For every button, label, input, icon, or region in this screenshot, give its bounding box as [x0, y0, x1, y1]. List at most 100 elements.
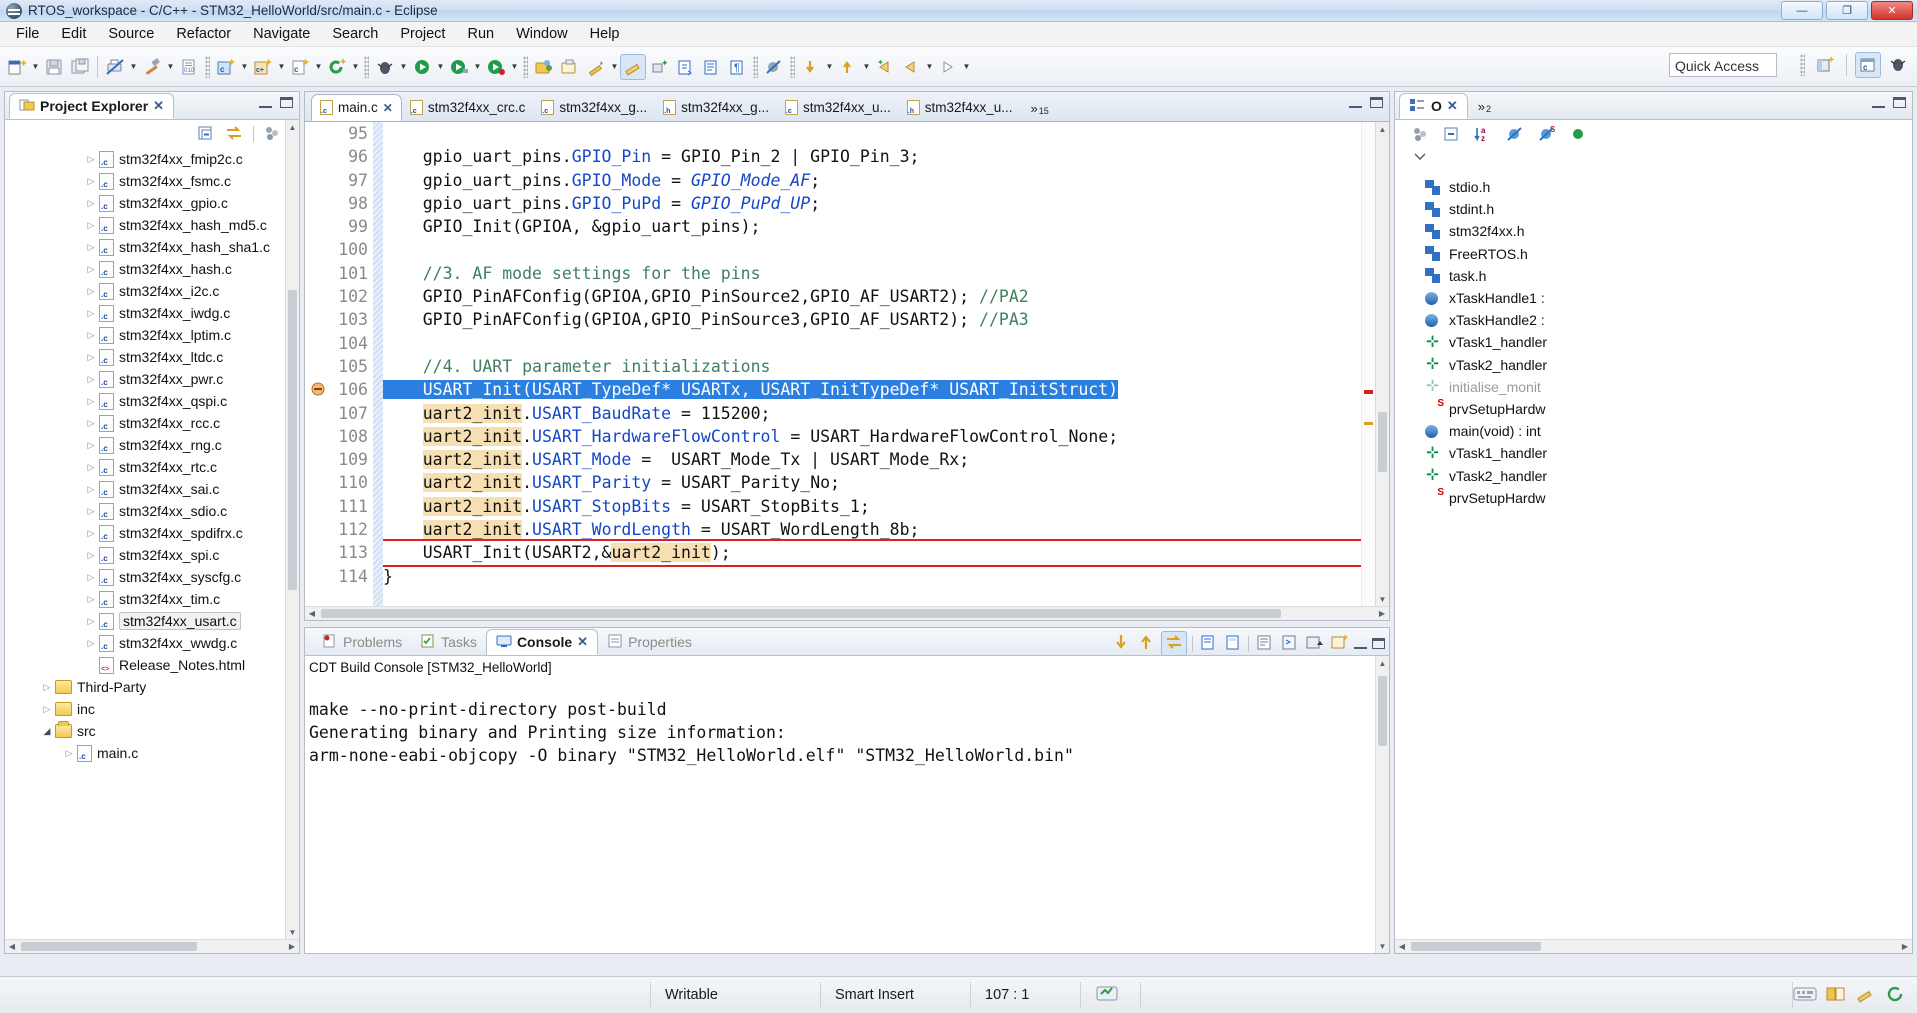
refresh-dropdown-icon[interactable]: ▼	[350, 55, 361, 79]
project-explorer-vscrollbar[interactable]: ▲ ▼	[285, 120, 299, 939]
scroll-right-icon[interactable]: ▶	[1375, 607, 1389, 620]
book-icon[interactable]	[1825, 985, 1847, 1006]
display-console-icon[interactable]	[1254, 633, 1274, 654]
scroll-right-icon[interactable]: ▶	[285, 940, 299, 953]
tree-item[interactable]: ▷ Third-Party	[5, 676, 285, 698]
sync-icon[interactable]	[1885, 985, 1907, 1006]
console-tab[interactable]: Properties	[598, 629, 701, 655]
tree-item[interactable]: ▷ stm32f4xx_rng.c	[5, 434, 285, 456]
tree-item[interactable]: ▷ stm32f4xx_rcc.c	[5, 412, 285, 434]
outline-item[interactable]: stm32f4xx.h	[1395, 220, 1912, 242]
new-c-file-dropdown-icon[interactable]: ▼	[313, 55, 324, 79]
project-tree[interactable]: ▷ stm32f4xx_fmip2c.c ▷ stm32f4xx_fsmc.c ▷ stm…	[5, 148, 285, 923]
last-edit-location-icon[interactable]: ✦	[872, 54, 898, 80]
focus-active-task-icon[interactable]	[1411, 125, 1431, 146]
editor-hscrollbar[interactable]: ◀ ▶	[305, 606, 1389, 620]
tree-item[interactable]: ◢ src	[5, 720, 285, 742]
cpp-perspective-icon[interactable]: c	[1855, 52, 1881, 78]
skip-breakpoints-icon[interactable]	[761, 54, 787, 80]
scroll-up-icon[interactable]: ▲	[1376, 656, 1389, 670]
chevron-right-icon[interactable]: ▷	[83, 286, 99, 297]
code-line[interactable]: uart2_init.USART_BaudRate = 115200;	[383, 402, 1361, 425]
chevron-right-icon[interactable]: ▷	[83, 462, 99, 473]
tree-item[interactable]: ▷ stm32f4xx_rtc.c	[5, 456, 285, 478]
run-external-icon[interactable]	[446, 54, 472, 80]
refresh-icon[interactable]: ✦	[324, 54, 350, 80]
block-selection-icon[interactable]: ¶	[724, 54, 750, 80]
minimize-icon[interactable]	[259, 97, 272, 108]
save-all-icon[interactable]	[67, 54, 93, 80]
chevron-right-icon[interactable]: ▷	[83, 616, 99, 627]
chevron-right-icon[interactable]: ▷	[39, 704, 55, 715]
pencil-icon[interactable]	[1855, 985, 1877, 1006]
chevron-right-icon[interactable]: ▷	[39, 682, 55, 693]
save-icon[interactable]	[41, 54, 67, 80]
tree-item[interactable]: ▷ stm32f4xx_fsmc.c	[5, 170, 285, 192]
code-editor[interactable]: 95 96 97 98 99 100 101 102 103 104 105 106 107 108 109…	[305, 122, 1389, 620]
tree-item[interactable]: ▷ stm32f4xx_tim.c	[5, 588, 285, 610]
open-type-icon[interactable]	[531, 54, 557, 80]
project-explorer-hscrollbar[interactable]: ◀ ▶	[5, 939, 299, 953]
menu-refactor[interactable]: Refactor	[166, 24, 241, 44]
tree-item[interactable]: ▷ stm32f4xx_hash_sha1.c	[5, 236, 285, 258]
tree-item[interactable]: ▷ stm32f4xx_lptim.c	[5, 324, 285, 346]
back-icon[interactable]	[898, 54, 924, 80]
chevron-right-icon[interactable]: ▷	[83, 594, 99, 605]
code-line[interactable]: }	[383, 565, 1361, 588]
scroll-up-icon[interactable]: ▲	[286, 120, 299, 134]
chevron-right-icon[interactable]: ▷	[83, 418, 99, 429]
maximize-button[interactable]: ❐	[1826, 1, 1868, 20]
scroll-lock-icon[interactable]	[1161, 631, 1187, 656]
marker-highlight-icon[interactable]	[620, 53, 646, 80]
menu-window[interactable]: Window	[506, 24, 578, 44]
minimize-button[interactable]: —	[1781, 1, 1823, 20]
pencil-edit-icon[interactable]	[583, 54, 609, 80]
chevron-right-icon[interactable]: ▷	[83, 374, 99, 385]
chevron-right-icon[interactable]: ▷	[83, 440, 99, 451]
menu-edit[interactable]: Edit	[51, 24, 96, 44]
chevron-right-icon[interactable]: ▷	[61, 748, 77, 759]
build-status-icon[interactable]	[1095, 983, 1119, 1007]
chevron-right-icon[interactable]: ▷	[83, 176, 99, 187]
tab-outline[interactable]: O ✕	[1399, 93, 1468, 119]
chevron-right-icon[interactable]: ▷	[83, 506, 99, 517]
chevron-right-icon[interactable]: ▷	[83, 528, 99, 539]
outline-item[interactable]: FreeRTOS.h	[1395, 243, 1912, 265]
tree-item[interactable]: ▷ stm32f4xx_hash_md5.c	[5, 214, 285, 236]
maximize-icon[interactable]	[1372, 638, 1385, 649]
menu-file[interactable]: File	[6, 24, 49, 44]
code-lines[interactable]: gpio_uart_pins.GPIO_Pin = GPIO_Pin_2 | G…	[383, 122, 1361, 606]
minimize-icon[interactable]	[1349, 97, 1362, 108]
tree-item[interactable]: ▷ stm32f4xx_spdifrx.c	[5, 522, 285, 544]
outline-item[interactable]: stdio.h	[1395, 176, 1912, 198]
run-icon[interactable]	[409, 54, 435, 80]
menu-project[interactable]: Project	[390, 24, 455, 44]
editor-tab[interactable]: stm32f4xx_u...	[899, 94, 1021, 121]
run-config-icon[interactable]	[483, 54, 509, 80]
maximize-icon[interactable]	[1893, 97, 1906, 108]
overview-ruler[interactable]	[1361, 122, 1375, 606]
quick-access-input[interactable]: Quick Access	[1669, 53, 1777, 77]
new-console-icon[interactable]: ✦	[1329, 633, 1349, 654]
forward-icon[interactable]	[935, 54, 961, 80]
menu-help[interactable]: Help	[580, 24, 630, 44]
keyboard-icon[interactable]	[1793, 985, 1817, 1006]
hide-nonpublic-icon[interactable]	[1569, 125, 1589, 146]
code-line[interactable]	[383, 238, 1361, 261]
code-line[interactable]: //4. UART parameter initializations	[383, 355, 1361, 378]
tree-item[interactable]: ▷ stm32f4xx_qspi.c	[5, 390, 285, 412]
chevron-right-icon[interactable]: ▷	[83, 638, 99, 649]
console-tab[interactable]: Console ✕	[485, 629, 599, 655]
scroll-down-icon[interactable]: ▼	[1376, 592, 1389, 606]
menu-run[interactable]: Run	[457, 24, 504, 44]
outline-item[interactable]: vTask1_handler	[1395, 442, 1912, 464]
open-console-icon[interactable]	[1279, 633, 1299, 654]
close-icon[interactable]: ✕	[383, 101, 393, 115]
open-perspective-icon[interactable]: ✦	[1812, 52, 1838, 78]
outline-item[interactable]: xTaskHandle1 :	[1395, 287, 1912, 309]
tree-item[interactable]: ▷ stm32f4xx_syscfg.c	[5, 566, 285, 588]
view-menu-icon[interactable]	[263, 124, 283, 145]
console-tab[interactable]: Problems	[313, 629, 411, 655]
chevron-right-icon[interactable]: ▷	[83, 220, 99, 231]
next-annotation-dropdown-icon[interactable]: ▼	[824, 55, 835, 79]
